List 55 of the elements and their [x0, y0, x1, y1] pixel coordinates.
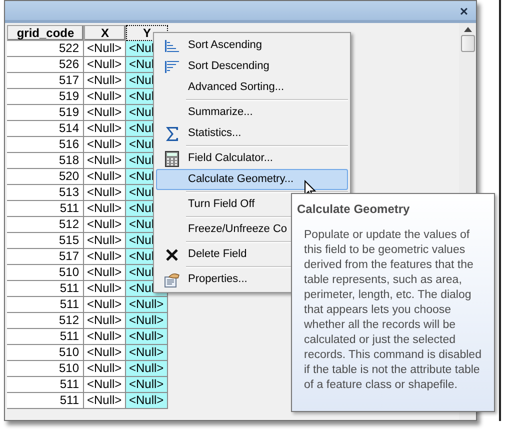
table-cell: <Null> — [126, 345, 168, 361]
table-cell: <Null> — [84, 393, 126, 409]
table-cell: <Null> — [84, 105, 126, 121]
tooltip-title: Calculate Geometry — [297, 201, 411, 218]
table-cell: 510 — [7, 361, 84, 377]
table-cell: <Null> — [84, 121, 126, 137]
table-cell: <Null> — [84, 217, 126, 233]
table-cell: 522 — [7, 41, 84, 57]
table-cell: <Null> — [84, 377, 126, 393]
table-cell: <Null> — [126, 361, 168, 377]
table-cell: <Null> — [84, 169, 126, 185]
table-cell: <Null> — [126, 329, 168, 345]
table-cell: 510 — [7, 345, 84, 361]
table-cell: <Null> — [84, 201, 126, 217]
table-cell: 519 — [7, 89, 84, 105]
table-cell: <Null> — [84, 329, 126, 345]
tooltip-text: Populate or update the values of this field to be geometric values derived from the features that the table represents, such as area, perimeter, length, etc. The dialog that appears lets you choose whether all the records will be calculated or just the selected records. This command is disabled if the table is not the attribute table of a feature class or shapefile. — [303, 228, 482, 393]
table-cell: <Null> — [84, 89, 126, 105]
table-cell: <Null> — [126, 297, 168, 313]
table-cell: <Null> — [84, 297, 126, 313]
table-cell: 511 — [7, 377, 84, 393]
table-cell: <Null> — [84, 73, 126, 89]
table-cell: 511 — [7, 281, 84, 297]
table-cell: 517 — [7, 249, 84, 265]
table-cell: 511 — [7, 393, 84, 409]
table-cell: 511 — [7, 329, 84, 345]
table-cell: 512 — [7, 217, 84, 233]
table-cell: 515 — [7, 233, 84, 249]
table-cell: 512 — [7, 313, 84, 329]
table-cell: 519 — [7, 105, 84, 121]
table-cell: <Null> — [126, 393, 168, 409]
table-cell: 511 — [7, 201, 84, 217]
table-cell: <Null> — [84, 57, 126, 73]
table-cell: 516 — [7, 137, 84, 153]
table-cell: <Null> — [84, 185, 126, 201]
table-cell: 514 — [7, 121, 84, 137]
table-cell: <Null> — [84, 313, 126, 329]
table-cell: <Null> — [84, 153, 126, 169]
table-cell: 518 — [7, 153, 84, 169]
table-cell: 520 — [7, 169, 84, 185]
table-cell: <Null> — [126, 313, 168, 329]
table-cell: 526 — [7, 57, 84, 73]
table-cell: 510 — [7, 265, 84, 281]
table-cell: 517 — [7, 73, 84, 89]
table-cell: <Null> — [84, 41, 126, 57]
table-cell: <Null> — [84, 361, 126, 377]
table-cell: <Null> — [84, 137, 126, 153]
table-cell: <Null> — [84, 249, 126, 265]
table-cell: <Null> — [126, 377, 168, 393]
table-cell: <Null> — [84, 345, 126, 361]
table-cell: <Null> — [84, 233, 126, 249]
table-cell: 513 — [7, 185, 84, 201]
table-cell: <Null> — [84, 265, 126, 281]
table-cell: <Null> — [84, 281, 126, 297]
table-cell: 511 — [7, 297, 84, 313]
